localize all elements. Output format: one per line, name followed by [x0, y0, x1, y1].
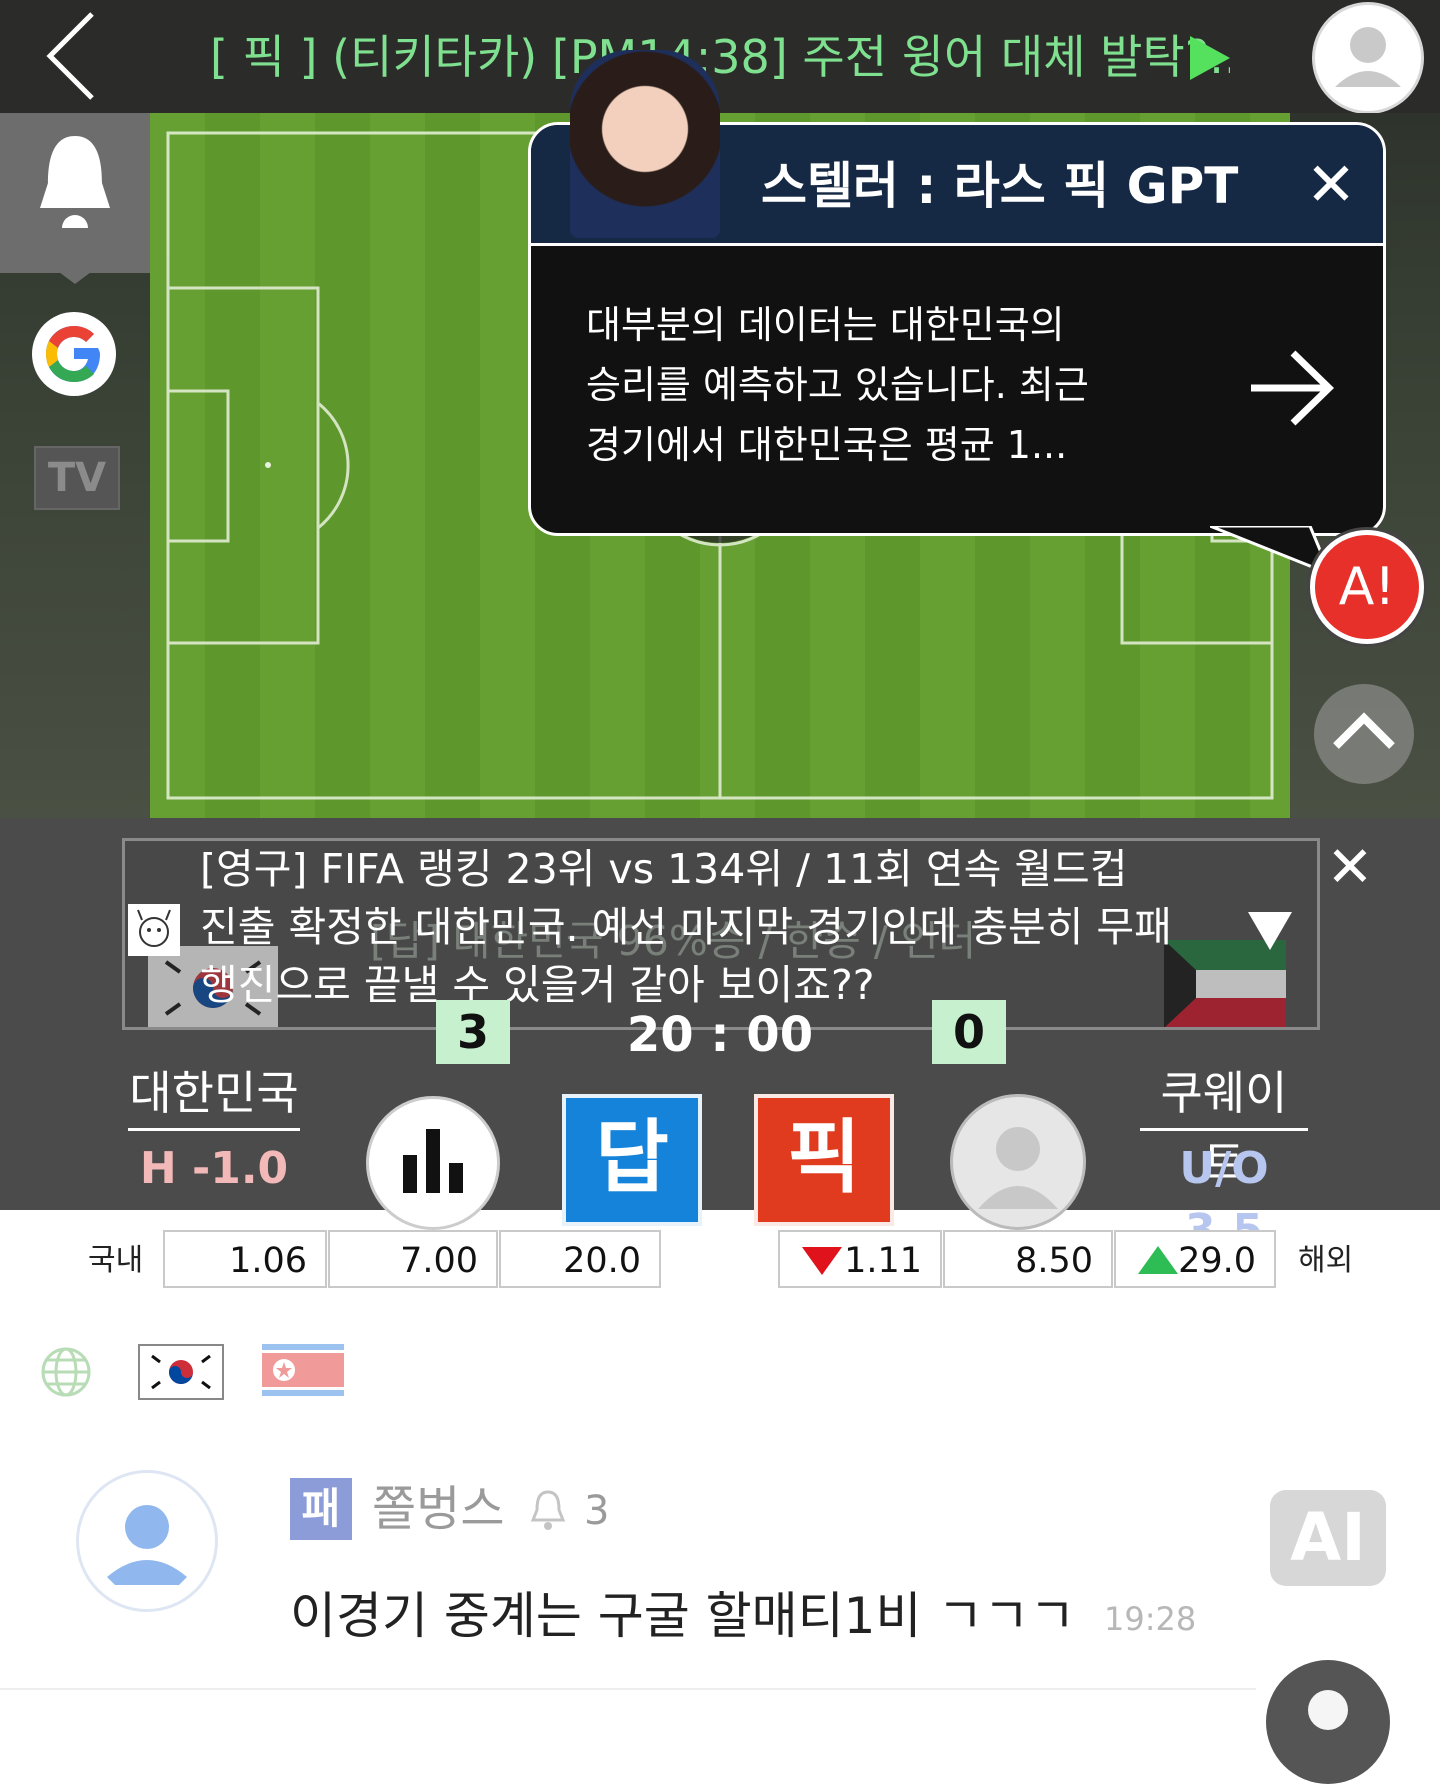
- globe-icon[interactable]: [40, 1346, 92, 1398]
- bell-outline-icon: [528, 1488, 568, 1532]
- chat-divider: [0, 1688, 1256, 1690]
- trend-down-icon: [802, 1247, 842, 1275]
- assistant-avatar: [570, 50, 720, 238]
- chevron-left-icon[interactable]: [40, 6, 110, 106]
- cartoon-icon: [128, 904, 180, 956]
- gpt-popup-message[interactable]: 대부분의 데이터는 대한민국의 승리를 예측하고 있습니다. 최근 경기에서 대…: [586, 295, 1186, 475]
- match-time: 20 : 00: [626, 1007, 814, 1063]
- ai-alert-button[interactable]: A!: [1310, 530, 1424, 644]
- odds-away-domestic[interactable]: 20.0: [499, 1230, 661, 1288]
- pick-button[interactable]: 픽: [754, 1094, 894, 1226]
- chat-nickname[interactable]: 쫄벙스: [372, 1476, 532, 1542]
- home-score: 3: [436, 1000, 510, 1064]
- gpt-popup-title: 스텔러 : 라스 픽 GPT: [761, 157, 1239, 215]
- handicap-label: H -1.0: [139, 1143, 289, 1194]
- play-triangle-icon[interactable]: [1190, 36, 1230, 80]
- arrow-right-icon[interactable]: [1243, 343, 1339, 433]
- ai-button[interactable]: AI: [1270, 1490, 1386, 1586]
- tv-button[interactable]: TV: [34, 446, 120, 510]
- away-team-name[interactable]: 쿠웨이트: [1140, 1058, 1308, 1190]
- gpt-line: 경기에서 대한민국은 평균 1...: [586, 423, 1068, 467]
- google-icon[interactable]: [32, 312, 116, 396]
- news-line: 진출 확정한 대한민국. 예선 마지막 경기인데 충분히 무패: [200, 903, 1172, 951]
- gpt-line: 승리를 예측하고 있습니다. 최근: [586, 363, 1089, 407]
- trend-up-icon: [1138, 1246, 1178, 1274]
- chat-user-avatar[interactable]: [76, 1470, 218, 1612]
- news-text[interactable]: [영구] FIFA 랭킹 23위 vs 134위 / 11회 연속 월드컵 진출…: [200, 840, 1210, 1014]
- odds-value: 1.11: [844, 1241, 922, 1281]
- away-score: 0: [932, 1000, 1006, 1064]
- news-close-button[interactable]: ✕: [1320, 838, 1380, 898]
- floating-profile-button[interactable]: [1266, 1660, 1390, 1784]
- user-icon[interactable]: [1312, 2, 1424, 114]
- odds-home-domestic[interactable]: 1.06: [163, 1230, 327, 1288]
- headline-ticker[interactable]: [ 픽 ] (티키타카) [PM14:38] 주전 윙어 대체 발탁?...: [210, 22, 1230, 92]
- bell-count: 3: [584, 1488, 610, 1534]
- home-team-name[interactable]: 대한민국: [128, 1058, 300, 1131]
- sidebar-pointer: [0, 228, 150, 284]
- gpt-popup-close-button[interactable]: ✕: [1301, 145, 1361, 225]
- domestic-odds-label: 국내: [88, 1243, 144, 1278]
- chat-message[interactable]: 이경기 중계는 구굴 할매티1비 ㄱㄱㄱ: [290, 1580, 1090, 1652]
- user-badge: 패: [290, 1478, 352, 1540]
- overseas-odds-label: 해외: [1298, 1243, 1354, 1278]
- scroll-up-button[interactable]: [1314, 684, 1414, 784]
- answer-button[interactable]: 답: [562, 1094, 702, 1226]
- odds-home-overseas[interactable]: 1.11: [778, 1230, 942, 1288]
- gpt-line: 대부분의 데이터는 대한민국의: [586, 303, 1065, 347]
- expand-down-icon[interactable]: [1248, 912, 1292, 950]
- odds-draw-domestic[interactable]: 7.00: [328, 1230, 498, 1288]
- news-line: [영구] FIFA 랭킹 23위 vs 134위 / 11회 연속 월드컵: [200, 845, 1128, 893]
- filter-korea-flag[interactable]: [138, 1344, 224, 1400]
- filter-north-korea-flag[interactable]: [262, 1344, 344, 1396]
- under-over-label: U/O 3.5: [1179, 1143, 1269, 1256]
- odds-value: 29.0: [1178, 1241, 1256, 1281]
- player-profile-button[interactable]: [950, 1094, 1086, 1230]
- odds-draw-overseas[interactable]: 8.50: [943, 1230, 1113, 1288]
- stats-button[interactable]: [366, 1096, 500, 1230]
- odds-away-overseas[interactable]: 29.0: [1114, 1230, 1276, 1288]
- chat-timestamp: 19:28: [1104, 1600, 1197, 1638]
